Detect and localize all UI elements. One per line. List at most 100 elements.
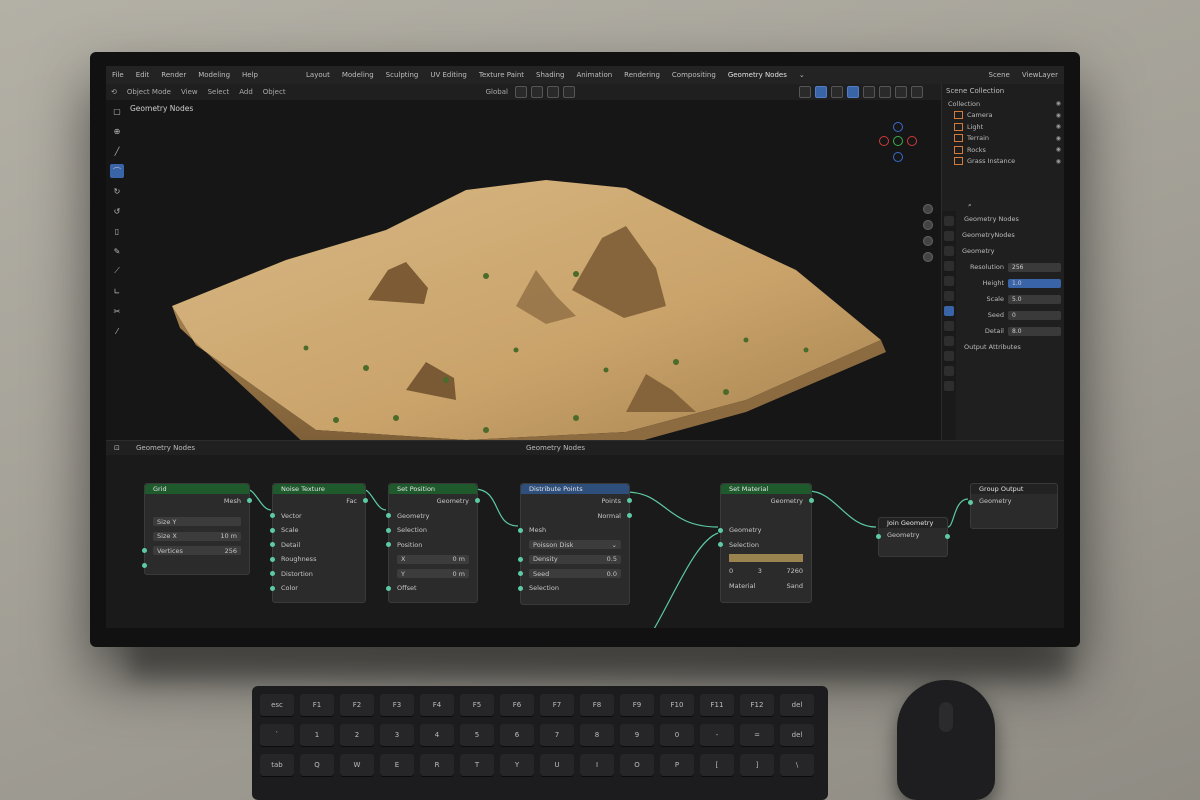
socket-output[interactable] <box>945 534 950 539</box>
y-field[interactable]: Y 0 m <box>397 569 469 579</box>
axis-neg-z-icon[interactable] <box>893 152 903 162</box>
socket-input[interactable] <box>876 534 881 539</box>
tab-texture-paint[interactable]: Texture Paint <box>473 71 530 79</box>
zoom-icon[interactable] <box>923 204 933 214</box>
node-editor[interactable]: ⊡ Geometry Nodes Geometry Nodes Grid Mes… <box>106 440 1064 628</box>
outliner-row[interactable]: Collection ◉ <box>942 98 1064 110</box>
key[interactable]: E <box>380 754 414 776</box>
pan-icon[interactable] <box>923 220 933 230</box>
add-menu[interactable]: Add <box>234 88 258 96</box>
key[interactable]: F12 <box>740 694 774 716</box>
socket-input[interactable] <box>386 586 391 591</box>
socket-input[interactable] <box>386 528 391 533</box>
key[interactable]: [ <box>700 754 734 776</box>
overlay-icon[interactable] <box>830 86 843 98</box>
key[interactable]: F10 <box>660 694 694 716</box>
gizmo-toggle-icon[interactable] <box>814 86 827 98</box>
key[interactable]: 4 <box>420 724 454 746</box>
outliner-row[interactable]: Light ◉ <box>942 121 1064 133</box>
eye-icon[interactable]: ◉ <box>1056 123 1061 130</box>
eye-icon[interactable]: ◉ <box>1056 135 1061 142</box>
physics-tab-icon[interactable] <box>944 336 954 346</box>
key[interactable]: F2 <box>340 694 374 716</box>
node-grid[interactable]: Grid Mesh Size Y Size X 10 m Vertices 256 <box>142 483 252 575</box>
socket-input[interactable] <box>270 571 275 576</box>
prop-value-field[interactable]: 8.0 <box>1008 326 1061 336</box>
tab-rendering[interactable]: Rendering <box>618 71 666 79</box>
perspective-icon[interactable] <box>923 252 933 262</box>
socket-input[interactable] <box>142 548 147 553</box>
socket-output[interactable] <box>363 498 368 503</box>
modifier-header[interactable]: Geometry Nodes <box>958 211 1064 227</box>
socket-input[interactable] <box>270 557 275 562</box>
xray-icon[interactable] <box>846 86 859 98</box>
view-layer-selector[interactable]: ViewLayer <box>1016 71 1064 79</box>
node-group-output[interactable]: Group Output Geometry <box>968 483 1058 529</box>
key[interactable]: ` <box>260 724 294 746</box>
tab-animation[interactable]: Animation <box>570 71 618 79</box>
key[interactable]: 9 <box>620 724 654 746</box>
socket-input[interactable] <box>518 528 523 533</box>
mode-dropdown[interactable]: Object Mode <box>122 88 176 96</box>
tab-layout[interactable]: Layout <box>300 71 336 79</box>
object-menu[interactable]: Object <box>258 88 291 96</box>
key[interactable]: F9 <box>620 694 654 716</box>
tab-modeling[interactable]: Modeling <box>336 71 380 79</box>
material-swatch[interactable] <box>729 554 803 562</box>
material-selector[interactable]: Sand <box>787 582 803 590</box>
prop-value-field[interactable]: 0 <box>1008 310 1061 320</box>
mode-dropdown[interactable]: Poisson Disk ⌄ <box>529 540 621 550</box>
tab-compositing[interactable]: Compositing <box>666 71 722 79</box>
socket-output[interactable] <box>627 513 632 518</box>
socket-output[interactable] <box>627 498 632 503</box>
tab-geometry-nodes[interactable]: Geometry Nodes <box>722 71 793 79</box>
eye-icon[interactable]: ◉ <box>1056 100 1061 107</box>
socket-input[interactable] <box>270 542 275 547</box>
menu-modeling[interactable]: Modeling <box>192 71 236 79</box>
node-set-material[interactable]: Set Material Geometry Geometry Selection… <box>718 483 814 603</box>
socket-output[interactable] <box>809 498 814 503</box>
falloff-icon[interactable] <box>562 86 575 98</box>
scene-tab-icon[interactable] <box>944 261 954 271</box>
prop-footer[interactable]: Output Attributes <box>958 339 1064 355</box>
socket-input[interactable] <box>518 557 523 562</box>
key[interactable]: 3 <box>380 724 414 746</box>
menu-file[interactable]: File <box>106 71 130 79</box>
key[interactable]: U <box>540 754 574 776</box>
socket-input[interactable] <box>518 571 523 576</box>
outliner-row[interactable]: Rocks ◉ <box>942 144 1064 156</box>
key[interactable]: F7 <box>540 694 574 716</box>
key[interactable]: F1 <box>300 694 334 716</box>
wireframe-shading-icon[interactable] <box>862 86 875 98</box>
key[interactable]: F5 <box>460 694 494 716</box>
modifier-field[interactable]: GeometryNodes <box>958 227 1064 243</box>
eye-icon[interactable]: ◉ <box>1056 146 1061 153</box>
select-menu[interactable]: Select <box>203 88 235 96</box>
axis-z-icon[interactable] <box>893 122 903 132</box>
key[interactable]: del <box>780 694 814 716</box>
prop-value-field[interactable]: 1.0 <box>1008 278 1061 288</box>
axis-y-icon[interactable] <box>893 136 903 146</box>
socket-input[interactable] <box>386 542 391 547</box>
visibility-icon[interactable] <box>798 86 811 98</box>
pivot-icon[interactable] <box>514 86 527 98</box>
key[interactable]: Y <box>500 754 534 776</box>
key[interactable]: 1 <box>300 724 334 746</box>
socket-input[interactable] <box>518 586 523 591</box>
key[interactable]: = <box>740 724 774 746</box>
node-set-position[interactable]: Set Position Geometry Geometry Selection… <box>386 483 480 603</box>
seed-field[interactable]: Seed 0.0 <box>529 569 621 579</box>
socket-input[interactable] <box>270 528 275 533</box>
key[interactable]: R <box>420 754 454 776</box>
node-join-geometry[interactable]: Join Geometry Geometry <box>876 517 950 557</box>
key[interactable]: 8 <box>580 724 614 746</box>
socket-input[interactable] <box>142 563 147 568</box>
size-x-field[interactable]: Size X 10 m <box>153 531 241 541</box>
key[interactable]: T <box>460 754 494 776</box>
axis-x-icon[interactable] <box>879 136 889 146</box>
output-tab-icon[interactable] <box>944 246 954 256</box>
orientation-dropdown[interactable]: Global <box>481 88 513 96</box>
modifier-tab-icon[interactable] <box>944 306 954 316</box>
solid-shading-icon[interactable] <box>878 86 891 98</box>
prop-value-field[interactable]: 5.0 <box>1008 294 1061 304</box>
